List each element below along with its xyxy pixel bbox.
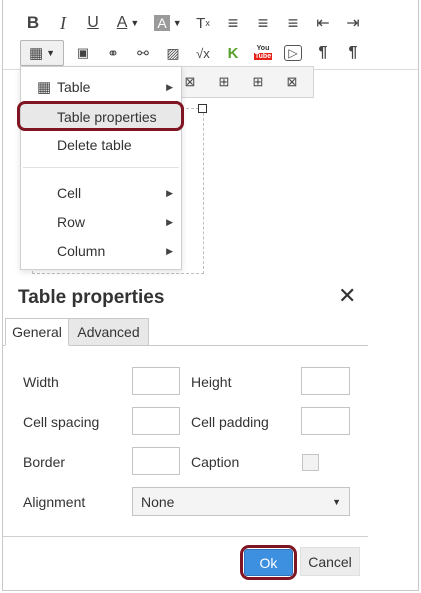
align-right-icon[interactable]: ≡ xyxy=(278,10,308,36)
italic-icon[interactable]: I xyxy=(48,10,78,36)
cancel-button[interactable]: Cancel xyxy=(300,547,360,576)
chevron-down-icon: ▼ xyxy=(46,48,56,58)
border-field[interactable] xyxy=(132,447,180,475)
dialog-footer-divider xyxy=(2,536,368,537)
clear-formatting-icon[interactable]: Tx xyxy=(188,10,218,36)
unlink-icon[interactable]: ⚯ xyxy=(128,40,158,66)
chevron-right-icon: ▶ xyxy=(166,245,173,256)
menu-item-delete-table[interactable]: Delete table xyxy=(21,131,181,159)
chevron-right-icon: ▶ xyxy=(166,81,173,92)
menu-item-row[interactable]: Row ▶ xyxy=(21,208,181,236)
width-label: Width xyxy=(23,374,59,390)
caption-label: Caption xyxy=(191,454,240,470)
align-left-icon[interactable]: ≡ xyxy=(218,10,248,36)
cell-padding-label: Cell padding xyxy=(191,414,269,430)
media-icon[interactable]: ▣ xyxy=(68,40,98,66)
caption-checkbox[interactable] xyxy=(302,454,319,471)
chevron-right-icon: ▶ xyxy=(166,216,173,227)
video-icon[interactable]: ▷ xyxy=(278,40,308,66)
menu-item-cell[interactable]: Cell ▶ xyxy=(21,179,181,207)
text-color-icon[interactable]: A ▼ xyxy=(108,10,148,36)
table-icon: ▦ xyxy=(28,45,44,62)
youtube-icon[interactable]: You Tube xyxy=(248,40,278,66)
image-icon[interactable]: ▨ xyxy=(158,40,188,66)
height-label: Height xyxy=(191,374,232,390)
alignment-label: Alignment xyxy=(23,494,86,510)
bold-icon[interactable]: B xyxy=(18,10,48,36)
link-icon[interactable]: ⚭ xyxy=(98,40,128,66)
outdent-icon[interactable]: ⇤ xyxy=(308,10,338,36)
table-menu: ▦ Table ▶ Table properties Delete table … xyxy=(20,66,182,270)
insert-row-icon[interactable]: ⊞ xyxy=(207,69,241,95)
height-field[interactable] xyxy=(301,367,350,395)
cell-spacing-field[interactable] xyxy=(132,407,180,435)
tab-general[interactable]: General xyxy=(5,318,69,346)
alignment-select[interactable]: None ▼ xyxy=(132,487,350,516)
table-subtoolbar: ⊠ ⊞ ⊞ ⊠ xyxy=(172,66,314,98)
tab-advanced[interactable]: Advanced xyxy=(69,318,149,346)
highlight-ring xyxy=(17,101,184,131)
dialog-title: Table properties xyxy=(18,287,165,308)
table-button[interactable]: ▦ ▼ xyxy=(20,40,64,66)
indent-icon[interactable]: ⇥ xyxy=(338,10,368,36)
alignment-value: None xyxy=(141,493,175,510)
insert-column-icon[interactable]: ⊞ xyxy=(241,69,275,95)
background-color-icon[interactable]: A ▼ xyxy=(148,10,188,36)
equation-icon[interactable]: √x xyxy=(188,40,218,66)
close-icon[interactable]: ✕ xyxy=(338,283,356,309)
cell-spacing-label: Cell spacing xyxy=(23,414,100,430)
dialog-tabs: General Advanced xyxy=(2,318,368,346)
chevron-right-icon: ▶ xyxy=(166,187,173,198)
menu-item-table[interactable]: ▦ Table ▶ xyxy=(21,73,181,101)
toolbar-row-2: ▦ ▼ ▣ ⚭ ⚯ ▨ √x K You Tube ▷ ¶ ¶ xyxy=(20,38,368,68)
resize-handle[interactable] xyxy=(198,104,207,113)
menu-separator xyxy=(23,167,179,168)
cell-padding-field[interactable] xyxy=(301,407,350,435)
menu-item-column[interactable]: Column ▶ xyxy=(21,237,181,265)
underline-icon[interactable]: U xyxy=(78,10,108,36)
table-icon: ▦ xyxy=(37,79,52,96)
border-label: Border xyxy=(23,454,66,470)
kaltura-icon[interactable]: K xyxy=(218,40,248,66)
width-field[interactable] xyxy=(132,367,180,395)
ltr-paragraph-icon[interactable]: ¶ xyxy=(308,40,338,66)
align-center-icon[interactable]: ≡ xyxy=(248,10,278,36)
toolbar-row-1: B I U A ▼ A ▼ Tx ≡ ≡ ≡ ⇤ ⇥ xyxy=(18,8,368,38)
rtl-paragraph-icon[interactable]: ¶ xyxy=(338,40,368,66)
delete-row-icon[interactable]: ⊠ xyxy=(275,69,309,95)
chevron-down-icon: ▼ xyxy=(332,496,341,507)
ok-button[interactable]: Ok xyxy=(244,549,293,576)
